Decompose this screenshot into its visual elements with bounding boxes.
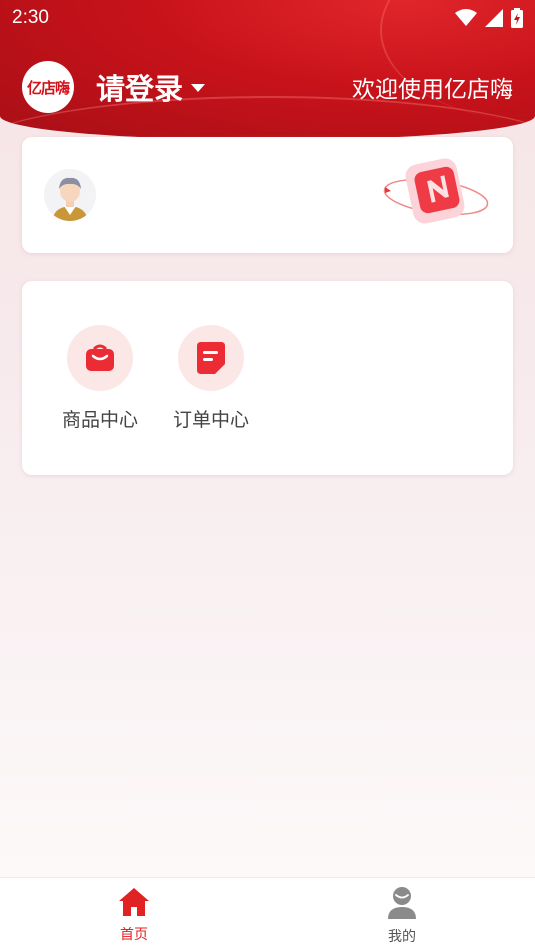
menu-item-label: 商品中心 <box>61 409 138 431</box>
wifi-icon <box>455 9 477 26</box>
shopping-bag-icon <box>86 344 114 371</box>
menu-item-label: 订单中心 <box>172 409 249 431</box>
status-icons <box>455 8 523 28</box>
person-icon <box>388 887 416 919</box>
caret-down-icon <box>191 84 206 92</box>
battery-charging-icon <box>511 8 523 28</box>
user-card[interactable] <box>22 137 513 253</box>
avatar[interactable] <box>44 169 96 221</box>
top-bar: 亿店嗨 请登录 欢迎使用亿店嗨 <box>0 60 535 114</box>
order-center-button[interactable]: 订单中心 <box>161 325 261 432</box>
login-dropdown[interactable]: 请登录 <box>96 66 206 108</box>
status-bar: 2:30 <box>0 0 535 36</box>
nav-label-mine: 我的 <box>388 929 416 945</box>
logo-text: 亿店嗨 <box>26 78 70 97</box>
order-document-icon <box>197 342 225 374</box>
bottom-navigation: 首页 我的 <box>0 877 535 951</box>
nav-label-home: 首页 <box>120 927 148 943</box>
menu-card: 商品中心 订单中心 <box>22 281 513 475</box>
cell-signal-icon <box>485 9 503 27</box>
welcome-text: 欢迎使用亿店嗨 <box>352 77 513 103</box>
brand-cube-icon <box>383 158 489 224</box>
nav-item-mine[interactable]: 我的 <box>362 886 442 946</box>
app-logo: 亿店嗨 <box>22 61 74 113</box>
nav-item-home[interactable]: 首页 <box>94 886 174 944</box>
menu-icon-circle <box>67 325 133 391</box>
product-center-button[interactable]: 商品中心 <box>50 325 150 432</box>
login-label: 请登录 <box>96 72 184 106</box>
status-time: 2:30 <box>12 7 49 28</box>
brand-decoration-graphic <box>381 153 491 233</box>
default-avatar-icon <box>44 169 96 221</box>
home-icon <box>119 888 149 916</box>
menu-icon-circle <box>178 325 244 391</box>
